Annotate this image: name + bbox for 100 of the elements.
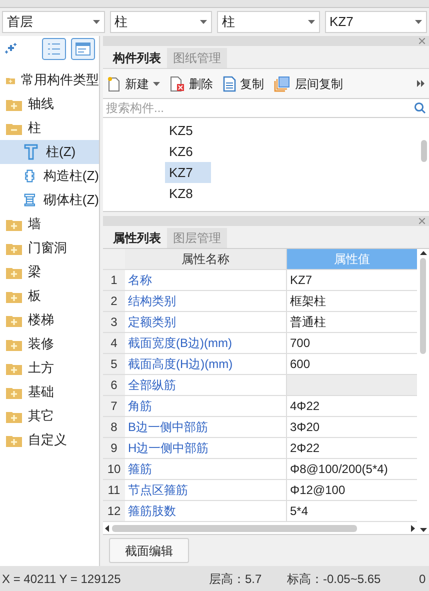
caret-icon [92, 20, 100, 24]
close-icon[interactable] [419, 38, 425, 44]
property-value[interactable]: 5*4 [287, 501, 417, 521]
property-value[interactable]: 普通柱 [287, 312, 417, 332]
property-value[interactable]: 700 [287, 333, 417, 353]
tree-item[interactable]: 常用构件类型 [0, 68, 99, 92]
property-value[interactable]: Φ12@100 [287, 480, 417, 500]
toolbar-button[interactable]: 删除 [170, 74, 213, 92]
toolbar-button[interactable]: 层间复制 [274, 74, 343, 92]
tree-item[interactable]: 其它 [0, 404, 99, 428]
folder-icon [6, 434, 22, 446]
scrollbar-thumb[interactable] [420, 258, 426, 354]
list-item[interactable]: KZ8 [165, 183, 211, 204]
dropdown[interactable]: 首层 [2, 11, 104, 33]
constructional-column-icon [24, 168, 36, 184]
tree-item[interactable]: 门窗洞 [0, 236, 99, 260]
scroll-down-icon[interactable] [420, 528, 426, 532]
property-value[interactable]: 2Φ22 [287, 438, 417, 458]
list-item[interactable]: KZ5 [165, 120, 211, 141]
panel-view-icon[interactable] [71, 38, 95, 60]
sparkle-icon[interactable] [4, 43, 18, 55]
property-name: 截面高度(H边)(mm) [125, 354, 287, 374]
more-icon[interactable] [417, 80, 425, 87]
property-value[interactable]: Φ8@100/200(5*4) [287, 459, 417, 479]
row-number: 1 [103, 270, 125, 290]
tab[interactable]: 构件列表 [107, 48, 167, 68]
property-value[interactable]: 3Φ20 [287, 417, 417, 437]
tree-item[interactable]: 基础 [0, 380, 99, 404]
floor-height-text: 层高：5.7 [209, 570, 263, 588]
tree-item[interactable]: 砌体柱(Z) [0, 188, 99, 212]
folder-icon [6, 290, 22, 302]
masonry-column-icon [24, 192, 36, 208]
folder-icon [6, 338, 22, 350]
tree-item[interactable]: 柱 [0, 116, 99, 140]
elevation-text: 标高：-0.05~5.65 [287, 570, 382, 588]
tree-item[interactable]: 构造柱(Z) [0, 164, 99, 188]
folder-icon [6, 314, 22, 326]
tree-item[interactable]: 自定义 [0, 428, 99, 452]
column-header: 属性名称 [125, 249, 287, 269]
property-name: B边一侧中部筋 [125, 417, 287, 437]
row-number: 9 [103, 438, 125, 458]
tree-item[interactable]: 装修 [0, 332, 99, 356]
tree-item[interactable]: 楼梯 [0, 308, 99, 332]
close-icon[interactable] [419, 218, 425, 224]
new-document-icon [107, 76, 121, 92]
scrollbar-thumb[interactable] [112, 524, 357, 532]
caret-icon [200, 20, 207, 24]
row-number: 8 [103, 417, 125, 437]
row-number: 7 [103, 396, 125, 416]
row-number: 5 [103, 354, 125, 374]
scrollbar-thumb[interactable] [421, 140, 427, 162]
dropdown[interactable]: 柱 [110, 11, 212, 33]
property-name: 箍筋 [125, 459, 287, 479]
dropdown[interactable]: 柱 [217, 11, 320, 33]
dropdown[interactable]: KZ7 [324, 11, 427, 33]
tree-item[interactable]: 轴线 [0, 92, 99, 116]
row-number: 2 [103, 291, 125, 311]
search-icon [414, 102, 426, 114]
scroll-left-icon[interactable] [105, 524, 109, 532]
list-item[interactable]: KZ6 [165, 141, 211, 162]
list-view-icon[interactable] [42, 38, 66, 60]
caret-icon [415, 20, 422, 24]
tab[interactable]: 属性列表 [107, 228, 167, 248]
toolbar-button[interactable]: 复制 [223, 74, 264, 92]
folder-icon [6, 362, 22, 374]
tree-item[interactable]: 板 [0, 284, 99, 308]
list-item[interactable]: KZ7 [165, 162, 211, 183]
folder-icon [6, 266, 22, 278]
column-icon [24, 144, 38, 160]
row-number: 4 [103, 333, 125, 353]
tree-item[interactable]: 土方 [0, 356, 99, 380]
coordinates-text: X = 40211 Y = 129125 [2, 570, 122, 588]
property-value[interactable]: 框架柱 [287, 291, 417, 311]
layered-squares-icon [274, 76, 291, 92]
folder-icon [6, 98, 22, 110]
property-value[interactable]: KZ7 [287, 270, 417, 290]
property-name: H边一侧中部筋 [125, 438, 287, 458]
row-number: 10 [103, 459, 125, 479]
delete-document-icon [170, 76, 185, 92]
scroll-right-icon[interactable] [411, 524, 415, 532]
folder-icon [6, 410, 22, 422]
property-name: 节点区箍筋 [125, 480, 287, 500]
property-name: 角筋 [125, 396, 287, 416]
property-name: 结构类别 [125, 291, 287, 311]
tree-item[interactable]: 梁 [0, 260, 99, 284]
property-name: 名称 [125, 270, 287, 290]
property-value[interactable]: 4Φ22 [287, 396, 417, 416]
row-number: 6 [103, 375, 125, 395]
folder-icon [6, 218, 22, 230]
property-name: 定额类别 [125, 312, 287, 332]
folder-icon [6, 122, 22, 134]
property-value[interactable]: 600 [287, 354, 417, 374]
row-number: 12 [103, 501, 125, 521]
section-edit-button[interactable]: 截面编辑 [109, 538, 189, 563]
scroll-up-icon[interactable] [420, 251, 426, 255]
copy-document-icon [223, 76, 236, 92]
tree-item[interactable]: 墙 [0, 212, 99, 236]
folder-icon [6, 242, 22, 254]
toolbar-button[interactable]: 新建 [107, 74, 160, 92]
tree-item[interactable]: 柱(Z) [0, 140, 99, 164]
